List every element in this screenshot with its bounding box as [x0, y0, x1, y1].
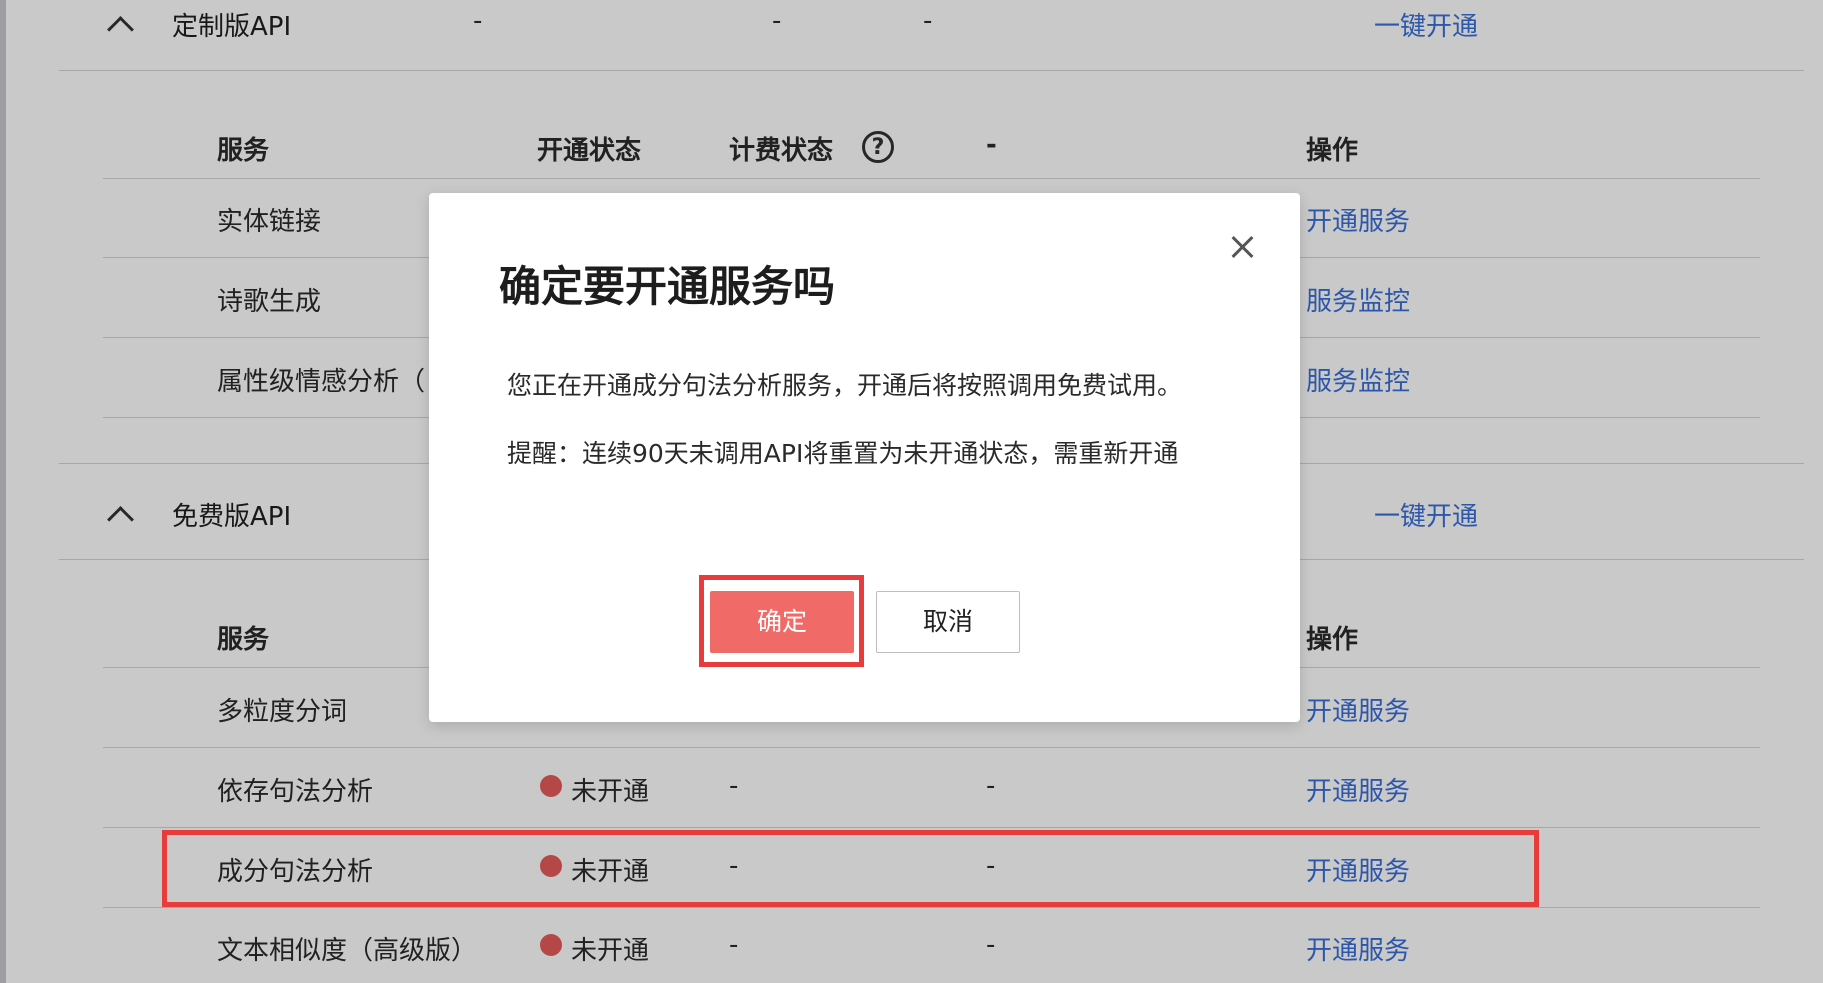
dialog-title: 确定要开通服务吗 — [499, 262, 836, 311]
dialog-message: 您正在开通成分句法分析服务，开通后将按照调用免费试用。 — [507, 371, 1183, 400]
cancel-button[interactable]: 取消 — [876, 591, 1020, 653]
confirm-button[interactable]: 确定 — [710, 591, 854, 653]
confirm-dialog: 确定要开通服务吗 您正在开通成分句法分析服务，开通后将按照调用免费试用。 提醒：… — [429, 193, 1300, 722]
dialog-reminder: 提醒：连续90天未调用API将重置为未开通状态，需重新开通 — [507, 439, 1179, 468]
close-icon[interactable] — [1226, 231, 1258, 263]
